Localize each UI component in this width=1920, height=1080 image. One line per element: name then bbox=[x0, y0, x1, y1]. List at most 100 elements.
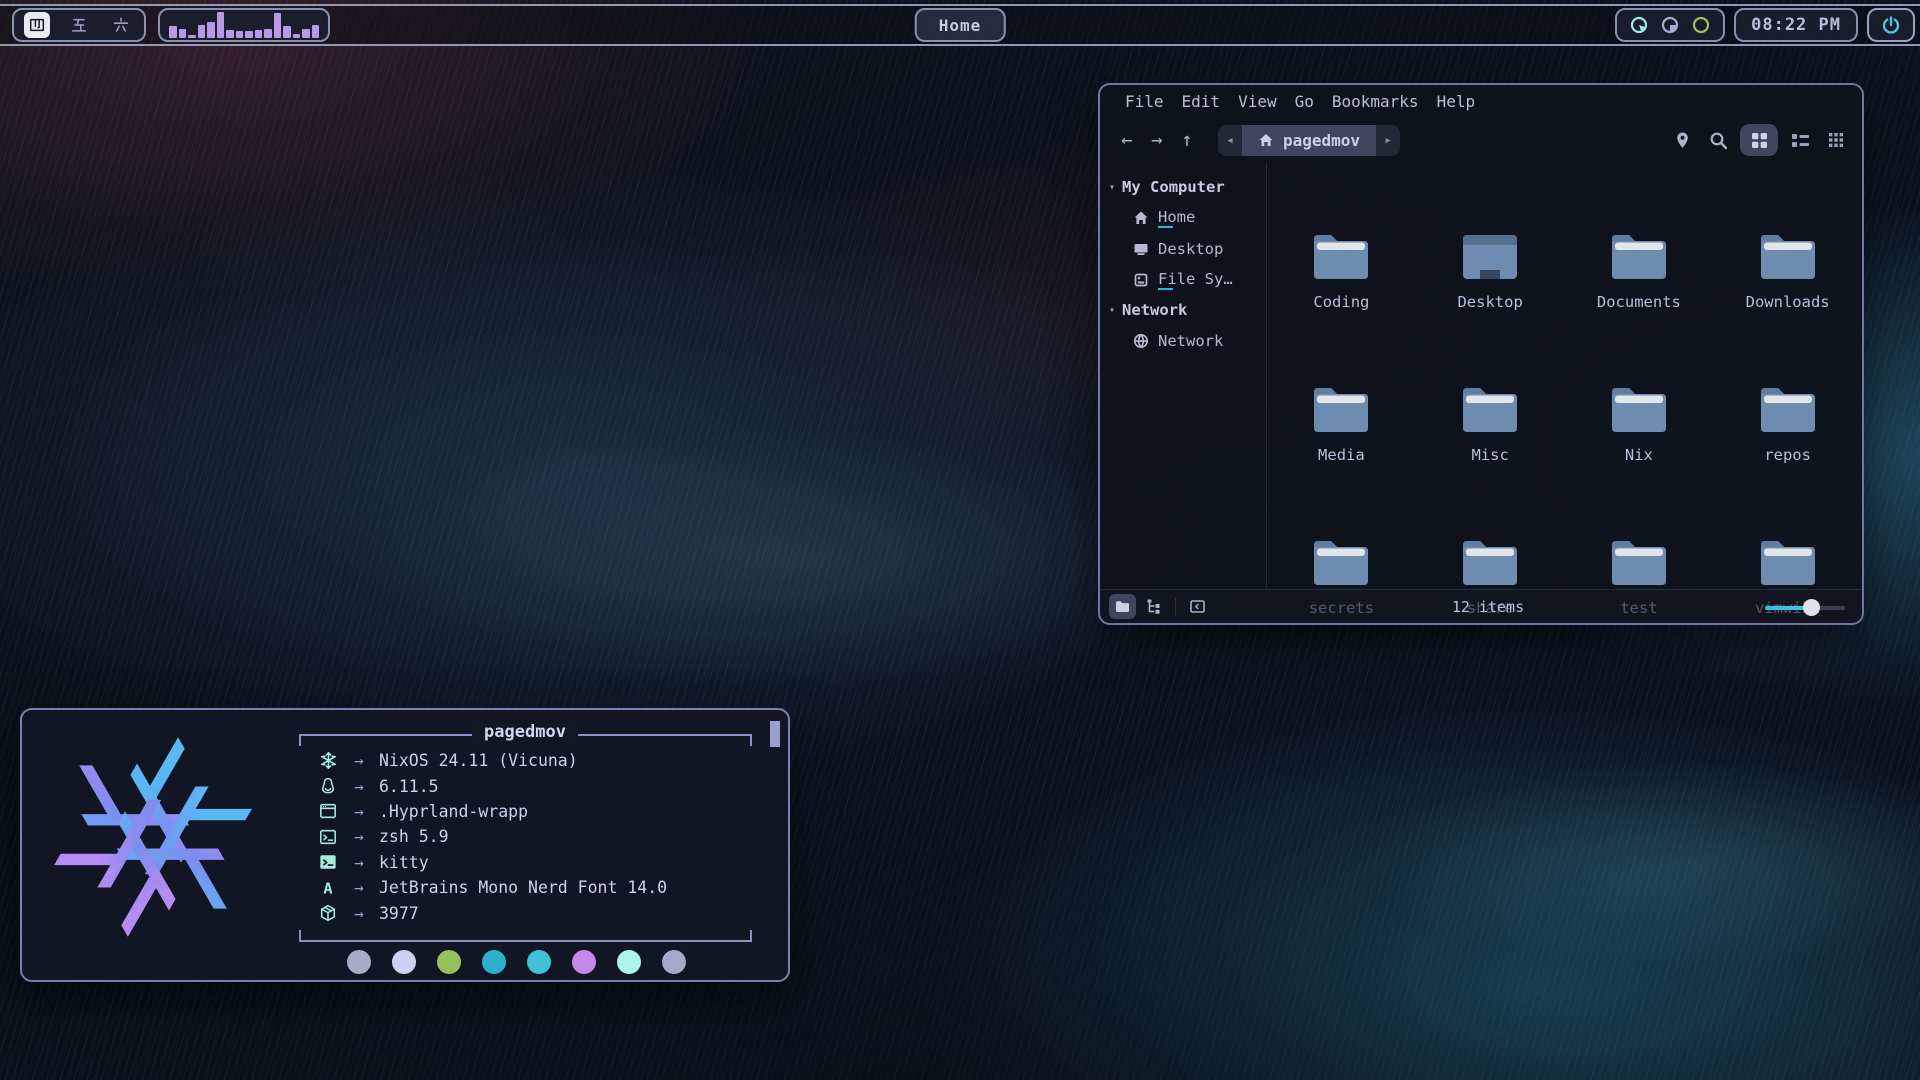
compact-view-button[interactable] bbox=[1822, 126, 1850, 154]
power-icon bbox=[1881, 15, 1901, 35]
desktop-folder-icon bbox=[1458, 230, 1522, 284]
mini-folder-icon bbox=[1115, 600, 1130, 613]
visualizer-bar bbox=[179, 29, 187, 38]
path-scroll-right-icon[interactable]: ▸ bbox=[1376, 133, 1400, 148]
menu-file[interactable]: File bbox=[1116, 92, 1173, 111]
menu-help[interactable]: Help bbox=[1428, 92, 1485, 111]
places-sidebar: ▾My ComputerHomeDesktopFile Sy…▾NetworkN… bbox=[1100, 162, 1267, 589]
top-bar: Home 08:22 PM bbox=[0, 4, 1920, 46]
chevron-down-icon: ▾ bbox=[1109, 305, 1115, 316]
folder-item-misc[interactable]: Misc bbox=[1416, 321, 1565, 474]
terminal-cursor bbox=[770, 721, 780, 747]
places-pane-button[interactable] bbox=[1109, 594, 1136, 619]
status-ring-quarter-icon bbox=[1660, 15, 1680, 35]
fetch-row-0: →NixOS 24.11 (Vicuna) bbox=[317, 748, 667, 773]
sidebar-item-home[interactable]: Home bbox=[1100, 202, 1266, 233]
arrow-icon: → bbox=[339, 802, 379, 821]
arrow-icon: → bbox=[339, 827, 379, 846]
home-icon bbox=[1258, 132, 1274, 148]
fetch-row-3: →zsh 5.9 bbox=[317, 824, 667, 849]
sidebar-section-network[interactable]: ▾Network bbox=[1100, 295, 1266, 325]
menu-view[interactable]: View bbox=[1229, 92, 1286, 111]
icon-view-button[interactable] bbox=[1740, 124, 1778, 156]
fetch-frame-bottom bbox=[299, 930, 752, 942]
sidebar-item-desktop[interactable]: Desktop bbox=[1100, 233, 1266, 264]
sidebar-item-filesy[interactable]: File Sy… bbox=[1100, 264, 1266, 295]
penguin-icon bbox=[317, 777, 339, 795]
folder-item-desktop[interactable]: Desktop bbox=[1416, 168, 1565, 321]
folder-name: Media bbox=[1318, 446, 1365, 464]
forward-button[interactable]: → bbox=[1142, 125, 1172, 155]
folder-name: Coding bbox=[1313, 293, 1369, 311]
search-button[interactable] bbox=[1704, 126, 1732, 154]
visualizer-bar bbox=[169, 26, 177, 38]
fetch-value: JetBrains Mono Nerd Font 14.0 bbox=[379, 878, 667, 897]
folder-name: Nix bbox=[1625, 446, 1653, 464]
menu-go[interactable]: Go bbox=[1286, 92, 1323, 111]
slider-thumb[interactable] bbox=[1803, 599, 1820, 616]
arrow-icon: → bbox=[339, 904, 379, 923]
active-window-indicator[interactable]: Home bbox=[915, 8, 1006, 42]
active-window-label: Home bbox=[939, 16, 982, 35]
visualizer-bar bbox=[302, 29, 310, 38]
folder-icon bbox=[1607, 383, 1671, 437]
status-ring-empty-icon bbox=[1691, 15, 1711, 35]
sidebar-item-label: Desktop bbox=[1158, 240, 1223, 258]
item-count-label: 12 items bbox=[1211, 598, 1765, 616]
file-manager-menubar: FileEditViewGoBookmarksHelp bbox=[1100, 85, 1862, 118]
svg-text:A: A bbox=[323, 879, 332, 897]
arrow-icon: → bbox=[339, 777, 379, 796]
back-button[interactable]: ← bbox=[1112, 125, 1142, 155]
location-pin-button[interactable] bbox=[1668, 126, 1696, 154]
hide-panel-button[interactable] bbox=[1184, 594, 1211, 619]
audio-visualizer-bars bbox=[169, 12, 319, 38]
palette-dot bbox=[347, 950, 371, 974]
fetch-info-rows: →NixOS 24.11 (Vicuna)→6.11.5→.Hyprland-w… bbox=[317, 748, 667, 926]
fetch-value: 6.11.5 bbox=[379, 777, 439, 796]
folder-icon bbox=[1458, 536, 1522, 590]
sidebar-section-my-computer[interactable]: ▾My Computer bbox=[1100, 172, 1266, 202]
path-segment-home[interactable]: pagedmov bbox=[1242, 125, 1376, 156]
compact-view-icon bbox=[1828, 132, 1844, 148]
palette-dot bbox=[662, 950, 686, 974]
fetch-hostname: pagedmov bbox=[472, 722, 578, 742]
power-button[interactable] bbox=[1867, 8, 1915, 42]
workspace-button-六[interactable] bbox=[108, 12, 134, 38]
tree-pane-button[interactable] bbox=[1140, 594, 1167, 619]
terminal-color-palette bbox=[347, 950, 686, 974]
path-scroll-left-icon[interactable]: ◂ bbox=[1218, 133, 1242, 148]
arrow-icon: → bbox=[339, 751, 379, 770]
package-icon bbox=[317, 904, 339, 922]
folder-item-media[interactable]: Media bbox=[1267, 321, 1416, 474]
workspace-button-四[interactable] bbox=[24, 12, 50, 38]
folder-grid: Coding Desktop Documents Downloads Media… bbox=[1267, 162, 1862, 589]
arrow-icon: → bbox=[339, 878, 379, 897]
sidebar-item-label: Network bbox=[1158, 332, 1223, 350]
visualizer-bar bbox=[312, 25, 320, 38]
sidebar-item-label: File Sy… bbox=[1158, 270, 1233, 290]
workspace-button-五[interactable] bbox=[66, 12, 92, 38]
folder-icon bbox=[1607, 536, 1671, 590]
palette-dot bbox=[527, 950, 551, 974]
menu-bookmarks[interactable]: Bookmarks bbox=[1323, 92, 1428, 111]
fastfetch-terminal: pagedmov →NixOS 24.11 (Vicuna)→6.11.5→.H… bbox=[20, 708, 790, 982]
list-view-button[interactable] bbox=[1786, 126, 1814, 154]
terminal-icon bbox=[317, 828, 339, 846]
workspace-switcher bbox=[12, 8, 146, 42]
visualizer-bar bbox=[217, 12, 225, 38]
up-button[interactable]: ↑ bbox=[1172, 125, 1202, 155]
folder-item-nix[interactable]: Nix bbox=[1565, 321, 1714, 474]
folder-item-repos[interactable]: repos bbox=[1713, 321, 1862, 474]
menu-edit[interactable]: Edit bbox=[1173, 92, 1230, 111]
hanzi-five-icon bbox=[70, 16, 88, 34]
folder-icon bbox=[1309, 536, 1373, 590]
sidebar-section-label: My Computer bbox=[1122, 178, 1225, 196]
sidebar-item-network[interactable]: Network bbox=[1100, 325, 1266, 356]
icon-zoom-slider[interactable] bbox=[1765, 599, 1845, 615]
folder-item-coding[interactable]: Coding bbox=[1267, 168, 1416, 321]
file-manager-body: ▾My ComputerHomeDesktopFile Sy…▾NetworkN… bbox=[1100, 162, 1862, 589]
fetch-value: .Hyprland-wrapp bbox=[379, 802, 528, 821]
folder-item-downloads[interactable]: Downloads bbox=[1713, 168, 1862, 321]
folder-item-documents[interactable]: Documents bbox=[1565, 168, 1714, 321]
visualizer-bar bbox=[274, 13, 282, 38]
